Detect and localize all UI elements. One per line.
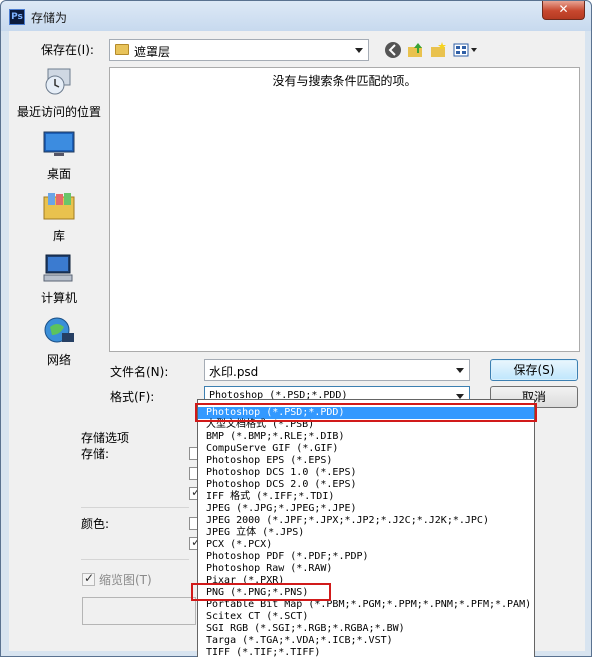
- format-option[interactable]: Photoshop Raw (*.RAW): [198, 563, 534, 575]
- close-button[interactable]: ✕: [542, 1, 585, 20]
- place-network[interactable]: 网络: [9, 315, 109, 368]
- place-label: 网络: [46, 353, 71, 367]
- format-option[interactable]: Photoshop EPS (*.EPS): [198, 455, 534, 467]
- save-button[interactable]: 保存(S): [490, 359, 578, 381]
- up-folder-icon[interactable]: [407, 41, 425, 59]
- format-option[interactable]: IFF 格式 (*.IFF;*.TDI): [198, 491, 534, 503]
- chevron-down-icon: [355, 48, 363, 53]
- divider: [81, 507, 189, 508]
- format-option[interactable]: Photoshop (*.PSD;*.PDD): [198, 407, 534, 419]
- color-label: 颜色:: [81, 517, 110, 531]
- empty-message: 没有与搜索条件匹配的项。: [272, 74, 417, 88]
- location-dropdown[interactable]: 遮罩层: [109, 39, 369, 61]
- format-label: 格式(F):: [110, 390, 155, 404]
- format-option[interactable]: Scitex CT (*.SCT): [198, 611, 534, 623]
- save-label: 存储:: [81, 447, 110, 461]
- place-desktop[interactable]: 桌面: [9, 129, 109, 182]
- place-library[interactable]: 库: [9, 191, 109, 244]
- format-option[interactable]: Photoshop DCS 2.0 (*.EPS): [198, 479, 534, 491]
- format-option[interactable]: 大型文档格式 (*.PSB): [198, 419, 534, 431]
- format-option[interactable]: BMP (*.BMP;*.RLE;*.DIB): [198, 431, 534, 443]
- format-option[interactable]: Photoshop PDF (*.PDF;*.PDP): [198, 551, 534, 563]
- format-option[interactable]: PNG (*.PNG;*.PNS): [198, 587, 534, 599]
- place-recent[interactable]: 最近访问的位置: [9, 67, 109, 120]
- photoshop-app-icon: Ps: [9, 9, 25, 25]
- folder-icon: [115, 44, 129, 55]
- new-folder-icon[interactable]: [430, 41, 448, 59]
- place-label: 桌面: [46, 167, 71, 181]
- filename-value: 水印.psd: [209, 365, 259, 379]
- save-options-group-label: 存储选项: [81, 431, 130, 445]
- place-label: 最近访问的位置: [16, 105, 101, 119]
- filename-field[interactable]: 水印.psd: [204, 359, 470, 381]
- options-box: [82, 597, 196, 625]
- format-option[interactable]: Pixar (*.PXR): [198, 575, 534, 587]
- thumbnail-checkbox[interactable]: [82, 571, 95, 586]
- back-icon[interactable]: [384, 41, 402, 59]
- format-option[interactable]: Portable Bit Map (*.PBM;*.PGM;*.PPM;*.PN…: [198, 599, 534, 611]
- place-computer[interactable]: 计算机: [9, 253, 109, 306]
- format-dropdown-list[interactable]: Photoshop (*.PSD;*.PDD) 大型文档格式 (*.PSB) BMP…: [197, 399, 535, 657]
- recent-places-icon: [42, 67, 76, 99]
- format-option[interactable]: SGI RGB (*.SGI;*.RGB;*.RGBA;*.BW): [198, 623, 534, 635]
- format-option[interactable]: CompuServe GIF (*.GIF): [198, 443, 534, 455]
- filename-label: 文件名(N):: [110, 365, 169, 379]
- computer-icon: [42, 253, 76, 285]
- format-option[interactable]: JPEG 2000 (*.JPF;*.JPX;*.JP2;*.J2C;*.J2K…: [198, 515, 534, 527]
- format-option[interactable]: Photoshop DCS 1.0 (*.EPS): [198, 467, 534, 479]
- format-option[interactable]: PCX (*.PCX): [198, 539, 534, 551]
- desktop-icon: [42, 129, 76, 161]
- place-label: 计算机: [40, 291, 77, 305]
- format-option[interactable]: Targa (*.TGA;*.VDA;*.ICB;*.VST): [198, 635, 534, 647]
- format-option[interactable]: JPEG (*.JPG;*.JPEG;*.JPE): [198, 503, 534, 515]
- format-option[interactable]: TIFF (*.TIF;*.TIFF): [198, 647, 534, 657]
- save-as-dialog: Ps 存储为 ✕ 保存在(I): 遮罩层 最近访问的位置 桌面 库 计算机 网络…: [0, 0, 592, 657]
- window-title: 存储为: [31, 11, 68, 25]
- divider: [81, 559, 189, 560]
- save-in-label: 保存在(I):: [41, 43, 94, 57]
- place-label: 库: [52, 229, 65, 243]
- file-list[interactable]: 没有与搜索条件匹配的项。: [109, 67, 580, 352]
- view-menu-icon[interactable]: [453, 41, 479, 59]
- places-bar: 最近访问的位置 桌面 库 计算机 网络: [9, 67, 109, 417]
- network-icon: [42, 315, 76, 347]
- format-option[interactable]: JPEG 立体 (*.JPS): [198, 527, 534, 539]
- location-value: 遮罩层: [134, 45, 171, 59]
- chevron-down-icon: [456, 368, 464, 373]
- library-icon: [42, 191, 76, 223]
- thumbnail-label: 缩览图(T): [99, 573, 152, 587]
- title-bar[interactable]: Ps 存储为 ✕: [1, 1, 591, 31]
